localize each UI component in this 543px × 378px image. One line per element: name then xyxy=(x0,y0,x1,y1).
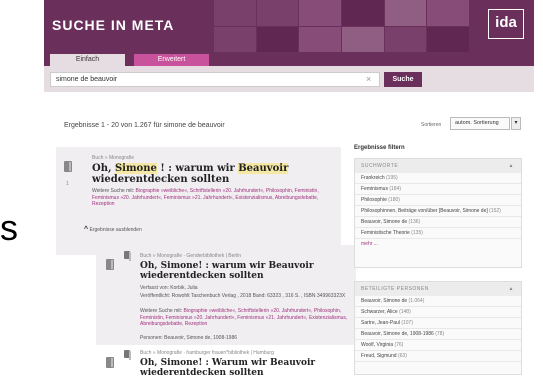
subresult-type: Buch » Monografie · Genderbibliothek | B… xyxy=(140,253,242,259)
subresult-title[interactable]: Oh, Simone! : Warum wir Beauvoir wiedere… xyxy=(140,358,350,378)
banner-image-collage xyxy=(214,0,469,52)
facet-item[interactable]: Beauvoir, Simone de (136) xyxy=(355,217,521,228)
facet-header[interactable]: SUCHWORTE ▲ xyxy=(355,159,521,173)
search-tabs: Einfach Erweitert xyxy=(44,52,534,66)
hide-results-toggle[interactable]: ^ Ergebnisse ausblenden xyxy=(84,226,142,233)
facet-header[interactable]: BETEILIGTE PERSONEN ▲ xyxy=(355,282,521,296)
facet-item[interactable]: Philosophie (180) xyxy=(355,195,521,206)
search-button[interactable]: Suche xyxy=(384,72,422,87)
result-number: 1 xyxy=(66,181,69,187)
facet-item[interactable]: Beauvoir, Simone de, 1908-1986 (78) xyxy=(355,329,521,340)
result-count: Ergebnisse 1 - 20 von 1.267 für simone d… xyxy=(64,122,225,129)
search-bar: simone de beauvoir × Suche xyxy=(44,66,534,92)
header-banner: SUCHE IN META ida xyxy=(44,0,534,52)
subresult-title[interactable]: Oh, Simone! : warum wir Beauvoir wiedere… xyxy=(140,261,350,281)
collapse-arrow-icon[interactable]: ▲ xyxy=(509,282,514,296)
result-keywords: Weitere Suche mit: Biographie »weibliche… xyxy=(92,188,319,207)
facet-item[interactable]: Freud, Sigmund (63) xyxy=(355,351,521,362)
sort-select[interactable]: autom. Sortierung xyxy=(450,117,510,130)
result-type: Buch » Monografie xyxy=(92,155,134,161)
subresult-item: Buch » Monografie · Genderbibliothek | B… xyxy=(96,245,356,358)
ida-logo[interactable]: ida xyxy=(488,9,524,39)
result-item: 1 Buch » Monografie Oh, Simone ! : warum… xyxy=(56,147,341,255)
format-icon xyxy=(124,350,131,360)
facet-persons: BETEILIGTE PERSONEN ▲ Beauvoir, Simone de… xyxy=(354,281,522,375)
facet-item[interactable]: Sartre, Jean-Paul (107) xyxy=(355,318,521,329)
highlight-term: Simone xyxy=(114,163,157,174)
result-title[interactable]: Oh, Simone ! : warum wir Beauvoir wieder… xyxy=(92,163,332,185)
facet-keywords: SUCHWORTE ▲ Frankreich (195) Feminismus (… xyxy=(354,158,522,268)
subresult-type: Buch » Monografie · hamburger frauen*bib… xyxy=(140,350,274,356)
book-icon xyxy=(106,357,114,368)
sort-dropdown-arrow-icon[interactable]: ▾ xyxy=(511,117,521,130)
collapse-arrow-icon[interactable]: ▲ xyxy=(509,159,514,173)
facet-item[interactable]: Schwarzer, Alice (148) xyxy=(355,307,521,318)
subresult-persons[interactable]: Personen: Beauvoir, Simone de, 1908-1986 xyxy=(140,335,350,342)
facet-item[interactable]: Woolf, Virginia (76) xyxy=(355,340,521,351)
page: SUCHE IN META ida Einfach Erweitert simo… xyxy=(44,0,534,378)
book-icon xyxy=(64,161,72,172)
facet-item[interactable]: Beauvoir, Simone de (1.064) xyxy=(355,296,521,307)
chevron-up-icon: ^ xyxy=(84,226,89,233)
facet-more-link[interactable]: mehr ... xyxy=(355,239,521,250)
tab-erweitert[interactable]: Erweitert xyxy=(134,54,209,66)
subresult-published: Veröffentlicht: Rowohlt Taschenbuch Verl… xyxy=(140,293,346,299)
format-icon xyxy=(124,251,131,261)
clear-icon[interactable]: × xyxy=(366,74,371,84)
filter-sidebar: Ergebnisse filtern SUCHWORTE ▲ Frankreich… xyxy=(354,145,522,375)
facet-item[interactable]: Feminismus (184) xyxy=(355,184,521,195)
subresult-item: Buch » Monografie · hamburger frauen*bib… xyxy=(96,345,356,378)
highlight-term: Beauvoir xyxy=(238,163,289,174)
facet-item[interactable]: Philosophinnen, Beiträge von/über [Beauv… xyxy=(355,206,521,217)
book-icon xyxy=(106,259,114,270)
tab-einfach[interactable]: Einfach xyxy=(50,54,125,66)
filter-heading: Ergebnisse filtern xyxy=(354,145,405,151)
site-title: SUCHE IN META xyxy=(52,17,175,33)
subresult-keywords: Weitere Suche mit: Biographie »weibliche… xyxy=(140,308,348,327)
cropped-edge-character: s xyxy=(0,207,18,248)
facet-item[interactable]: Frankreich (195) xyxy=(355,173,521,184)
sort-label: Sortieren xyxy=(421,122,442,128)
facet-item[interactable]: Feministische Theorie (135) xyxy=(355,228,521,239)
subresult-author: Verfasst von: Korbik, Julia xyxy=(140,285,198,291)
search-input[interactable]: simone de beauvoir xyxy=(50,72,380,87)
